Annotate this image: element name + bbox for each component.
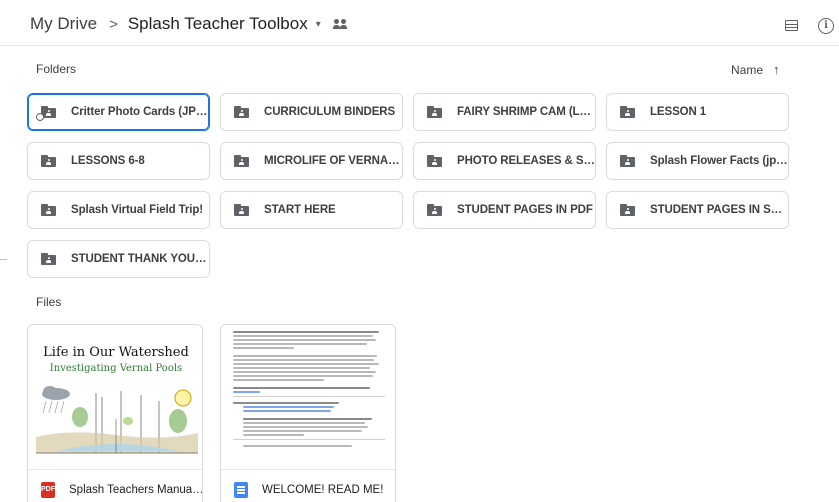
shared-folder-icon [41, 155, 56, 167]
google-docs-icon [234, 482, 248, 498]
file-name: WELCOME! READ ME! [262, 484, 384, 496]
folder-lessons-6-8[interactable]: LESSONS 6-8 [27, 142, 210, 180]
shared-folder-icon [41, 253, 56, 265]
folder-student-thank-you-notes[interactable]: STUDENT THANK YOU NOTES [27, 240, 210, 278]
watershed-illustration [36, 386, 198, 454]
folder-splash-virtual-field-trip[interactable]: Splash Virtual Field Trip! [27, 191, 210, 229]
folder-critter-photo-cards-jpeg[interactable]: Critter Photo Cards (JPEG) [27, 93, 210, 131]
drive-header: My Drive > Splash Teacher Toolbox ▾ i [0, 0, 839, 46]
shared-folder-icon [427, 106, 442, 118]
file-card-teachers-manual[interactable]: Life in Our Watershed Investigating Vern… [27, 324, 203, 502]
shared-folder-icon [41, 204, 56, 216]
folder-start-here[interactable]: START HERE [220, 191, 403, 229]
shared-shortcut-folder-icon [36, 106, 56, 121]
divider [0, 259, 7, 260]
folder-lesson-1[interactable]: LESSON 1 [606, 93, 789, 131]
folder-name: STUDENT THANK YOU NOTES [71, 253, 209, 265]
shared-folder-icon [620, 204, 635, 216]
folder-microlife-of-vernal-poo[interactable]: MICROLIFE OF VERNAL POO... [220, 142, 403, 180]
sort-ascending-arrow-icon: ↑ [773, 62, 780, 77]
shared-folder-icon [234, 155, 249, 167]
breadcrumb-current-folder[interactable]: Splash Teacher Toolbox ▾ [128, 14, 321, 34]
shared-folder-icon [234, 106, 249, 118]
folder-name: LESSON 1 [650, 106, 707, 118]
folder-name: LESSONS 6-8 [71, 155, 145, 167]
folder-name: FAIRY SHRIMP CAM (Lesson... [457, 106, 595, 118]
folder-photo-releases-stand[interactable]: PHOTO RELEASES & STAND... [413, 142, 596, 180]
folder-name: CURRICULUM BINDERS [264, 106, 396, 118]
file-thumbnail [221, 325, 395, 470]
file-footer: WELCOME! READ ME! [221, 470, 395, 502]
current-folder-name: Splash Teacher Toolbox [127, 14, 308, 33]
shared-folder-icon [427, 155, 442, 167]
files-section-label: Files [36, 295, 62, 309]
folder-name: Critter Photo Cards (JPEG) [71, 106, 209, 118]
folder-splash-flower-facts-jpeg-im[interactable]: Splash Flower Facts (jpeg im... [606, 142, 789, 180]
sort-label: Name [731, 62, 764, 77]
breadcrumb: My Drive > Splash Teacher Toolbox ▾ [30, 14, 347, 34]
sort-by-name-button[interactable]: Name ↑ [731, 62, 780, 77]
file-thumbnail: Life in Our Watershed Investigating Vern… [28, 325, 202, 470]
breadcrumb-my-drive[interactable]: My Drive [30, 14, 97, 34]
folder-name: STUDENT PAGES IN SLIDES [650, 204, 788, 216]
list-view-icon[interactable] [785, 20, 798, 31]
folder-name: Splash Virtual Field Trip! [71, 204, 204, 216]
folder-curriculum-binders[interactable]: CURRICULUM BINDERS [220, 93, 403, 131]
document-preview-lines [233, 331, 385, 449]
breadcrumb-separator: > [109, 15, 118, 33]
file-card-welcome-read-me[interactable]: WELCOME! READ ME! [220, 324, 396, 502]
folder-name: MICROLIFE OF VERNAL POO... [264, 155, 402, 167]
folder-name: STUDENT PAGES IN PDF [457, 204, 593, 216]
shared-folder-icon [620, 106, 635, 118]
folder-name: Splash Flower Facts (jpeg im... [650, 155, 788, 167]
shared-folder-icon [620, 155, 635, 167]
folder-fairy-shrimp-cam-lesson[interactable]: FAIRY SHRIMP CAM (Lesson... [413, 93, 596, 131]
folders-section-label: Folders [36, 62, 77, 76]
info-icon[interactable]: i [818, 18, 834, 34]
folder-student-pages-in-pdf[interactable]: STUDENT PAGES IN PDF [413, 191, 596, 229]
folder-student-pages-in-slides[interactable]: STUDENT PAGES IN SLIDES [606, 191, 789, 229]
file-name: Splash Teachers Manual.pdf [69, 484, 203, 496]
file-footer: PDF Splash Teachers Manual.pdf [28, 470, 203, 502]
shared-folder-icon [427, 204, 442, 216]
shared-folder-icon [234, 204, 249, 216]
dropdown-caret-icon: ▾ [315, 18, 321, 30]
folder-name: PHOTO RELEASES & STAND... [457, 155, 595, 167]
folder-name: START HERE [264, 204, 336, 216]
pdf-icon: PDF [41, 482, 55, 498]
shared-folder-icon [332, 19, 347, 29]
